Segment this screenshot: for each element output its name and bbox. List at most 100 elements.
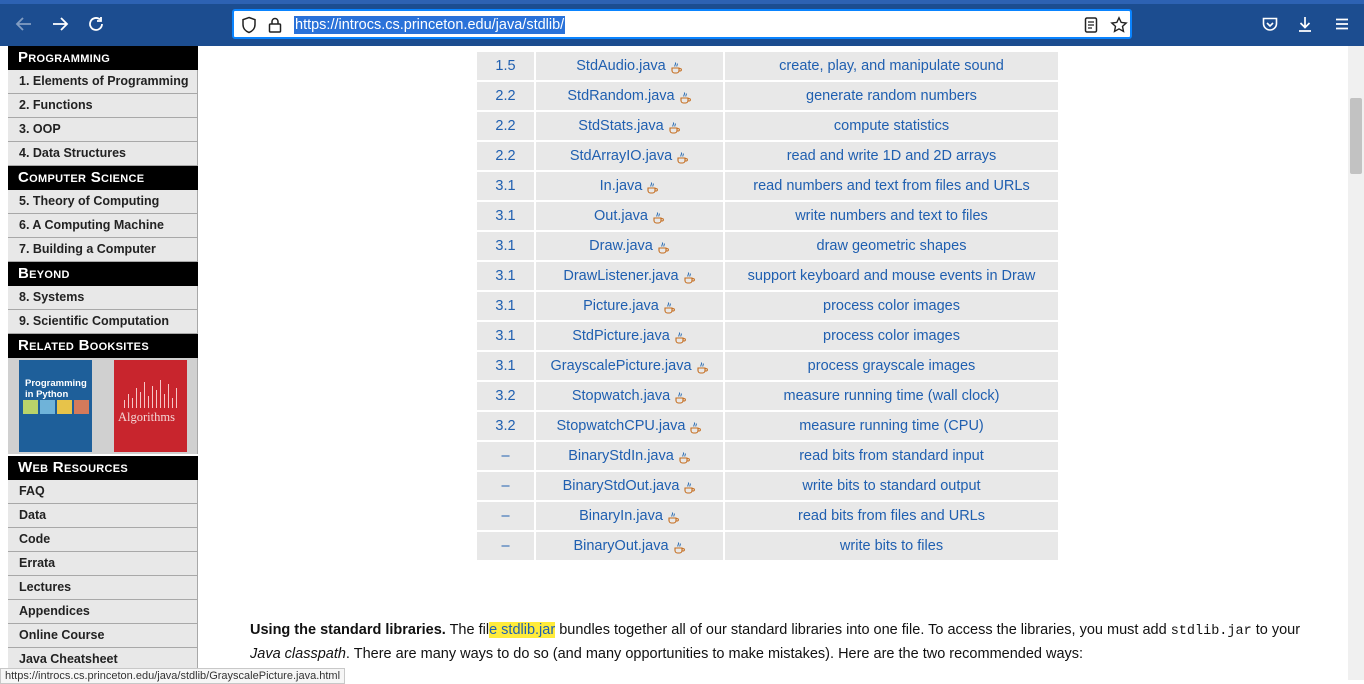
description-link[interactable]: read numbers and text from files and URL… [753,178,1029,194]
description-link[interactable]: create, play, and manipulate sound [779,58,1004,74]
section-number: 3.1 [495,238,516,254]
shield-icon[interactable] [240,16,258,34]
java-file-link[interactable]: Draw.java [589,238,653,254]
description-link[interactable]: support keyboard and mouse events in Dra… [748,268,1036,284]
table-row: 3.1 StdPicture.java process color images [477,322,1058,352]
description-link[interactable]: measure running time (CPU) [799,418,984,434]
description-link[interactable]: compute statistics [834,118,949,134]
paragraph-text: bundles together all of our standard lib… [555,622,1171,638]
stdlib-jar-link[interactable]: e stdlib.jar [489,622,556,638]
table-row: 3.1 GrayscalePicture.java process grayscal… [477,352,1058,382]
sidebar-item-data[interactable]: Data [8,504,198,528]
java-file-link[interactable]: StdRandom.java [567,88,674,104]
link-status-bar: https://introcs.cs.princeton.edu/java/st… [0,668,346,684]
sidebar-item-lectures[interactable]: Lectures [8,576,198,600]
section-number-cell: 3.1 [477,202,534,230]
description-link[interactable]: process color images [823,298,960,314]
description-link[interactable]: read bits from files and URLs [798,508,985,524]
usage-paragraph: Using the standard libraries. The file s… [250,619,1310,666]
table-row: 3.2 Stopwatch.java measure running time (w… [477,382,1058,412]
sidebar-item-scientific-computation[interactable]: 9. Scientific Computation [8,310,198,334]
sidebar-item-functions[interactable]: 2. Functions [8,94,198,118]
forward-arrow-icon[interactable] [48,12,72,36]
file-cell: StdStats.java [536,112,723,140]
description-link[interactable]: write bits to files [840,538,943,554]
file-cell: StopwatchCPU.java [536,412,723,440]
java-coffee-icon [679,89,692,104]
description-link[interactable]: write numbers and text to files [795,208,988,224]
java-file-link[interactable]: StdStats.java [578,118,663,134]
section-number-cell: 2.2 [477,142,534,170]
browser-toolbar: https://introcs.cs.princeton.edu/java/st… [0,0,1364,46]
description-cell: create, play, and manipulate sound [725,52,1058,80]
sidebar-item-data-structures[interactable]: 4. Data Structures [8,142,198,166]
url-text[interactable]: https://introcs.cs.princeton.edu/java/st… [294,16,566,34]
table-row: 3.1 Draw.java draw geometric shapes [477,232,1058,262]
sidebar-section-related-booksites: Related Booksites [8,334,198,358]
section-number: 3.1 [495,298,516,314]
section-number: – [501,478,510,494]
java-file-link[interactable]: Out.java [594,208,648,224]
java-file-link[interactable]: Picture.java [583,298,659,314]
sidebar-item-online-course[interactable]: Online Course [8,624,198,648]
section-number: 3.1 [495,328,516,344]
sidebar-item-oop[interactable]: 3. OOP [8,118,198,142]
java-file-link[interactable]: StdAudio.java [576,58,665,74]
java-file-link[interactable]: StopwatchCPU.java [557,418,686,434]
description-link[interactable]: draw geometric shapes [817,238,967,254]
section-number-cell: 3.1 [477,232,534,260]
description-link[interactable]: read and write 1D and 2D arrays [787,148,997,164]
table-row: – BinaryOut.java write bits to files [477,532,1058,562]
book-cover-algorithms[interactable]: Algorithms [114,360,187,452]
java-file-link[interactable]: GrayscalePicture.java [550,358,691,374]
section-number: 3.2 [495,388,516,404]
sidebar-section-beyond: Beyond [8,262,198,286]
sidebar-item-faq[interactable]: FAQ [8,480,198,504]
description-link[interactable]: read bits from standard input [799,448,984,464]
java-file-link[interactable]: Stopwatch.java [572,388,670,404]
sidebar-item-computing-machine[interactable]: 6. A Computing Machine [8,214,198,238]
back-arrow-icon[interactable] [12,12,36,36]
reload-icon[interactable] [84,12,108,36]
book-cover-programming-python[interactable]: Programming in Python [19,360,92,452]
section-number-cell: – [477,502,534,530]
file-cell: DrawListener.java [536,262,723,290]
sidebar-item-building-computer[interactable]: 7. Building a Computer [8,238,198,262]
lock-icon[interactable] [266,16,284,34]
booksite-covers: Programming in Python Algorithms [8,358,198,454]
downloads-icon[interactable] [1293,12,1317,36]
bookmark-star-icon[interactable] [1110,16,1128,34]
pocket-icon[interactable] [1258,12,1282,36]
description-link[interactable]: measure running time (wall clock) [784,388,1000,404]
book-cover-band [19,400,92,416]
sidebar-item-code[interactable]: Code [8,528,198,552]
description-link[interactable]: process grayscale images [808,358,976,374]
java-coffee-icon [670,59,683,74]
sidebar-item-theory-of-computing[interactable]: 5. Theory of Computing [8,190,198,214]
section-number-cell: – [477,532,534,560]
sidebar-item-elements-of-programming[interactable]: 1. Elements of Programming [8,70,198,94]
file-cell: StdArrayIO.java [536,142,723,170]
section-number: – [501,508,510,524]
sidebar-item-errata[interactable]: Errata [8,552,198,576]
sidebar-item-systems[interactable]: 8. Systems [8,286,198,310]
description-cell: read bits from standard input [725,442,1058,470]
java-file-link[interactable]: BinaryIn.java [579,508,663,524]
table-row: 2.2 StdStats.java compute statistics [477,112,1058,142]
java-file-link[interactable]: StdArrayIO.java [570,148,672,164]
java-file-link[interactable]: BinaryOut.java [573,538,668,554]
java-file-link[interactable]: BinaryStdIn.java [568,448,674,464]
description-link[interactable]: generate random numbers [806,88,977,104]
java-coffee-icon [674,389,687,404]
address-bar[interactable]: https://introcs.cs.princeton.edu/java/st… [232,9,1132,39]
java-file-link[interactable]: BinaryStdOut.java [563,478,680,494]
java-file-link[interactable]: DrawListener.java [563,268,678,284]
reader-view-icon[interactable] [1082,16,1100,34]
java-file-link[interactable]: StdPicture.java [572,328,670,344]
java-file-link[interactable]: In.java [600,178,643,194]
hamburger-menu-icon[interactable] [1330,12,1354,36]
description-link[interactable]: write bits to standard output [802,478,980,494]
page-scrollbar-thumb[interactable] [1350,98,1362,174]
description-link[interactable]: process color images [823,328,960,344]
sidebar-item-appendices[interactable]: Appendices [8,600,198,624]
